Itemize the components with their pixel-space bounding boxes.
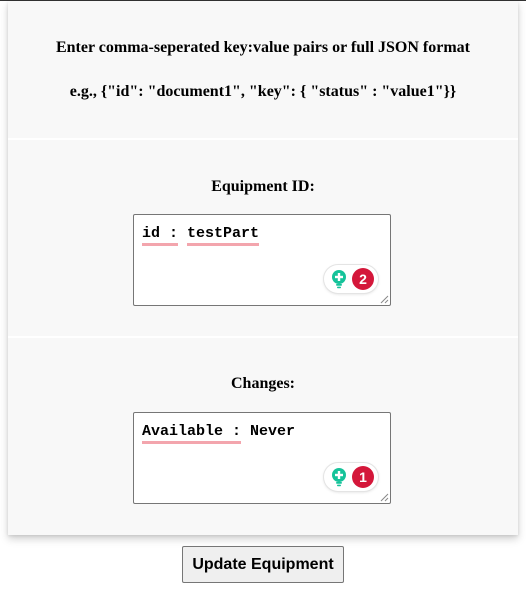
page: Enter comma-seperated key:value pairs or… [0, 0, 526, 590]
changes-key-text: Available : [142, 423, 242, 444]
resize-handle-icon[interactable] [380, 295, 389, 304]
update-equipment-button[interactable]: Update Equipment [182, 546, 344, 583]
equipment-id-val-text: testPart [187, 225, 260, 246]
form-card: Enter comma-seperated key:value pairs or… [8, 1, 518, 535]
equipment-id-label: Equipment ID: [211, 178, 315, 195]
equipment-id-textarea[interactable]: id : testPart 2 [133, 214, 391, 306]
changes-value: Available : Never [142, 423, 296, 444]
instructions-line-1: Enter comma-seperated key:value pairs or… [55, 39, 470, 56]
equipment-id-section: Equipment ID: id : testPart 2 [8, 140, 518, 336]
issue-count-badge: 2 [352, 268, 374, 290]
writing-assistant-widget[interactable]: 2 [324, 265, 378, 293]
equipment-id-value: id : testPart [142, 225, 260, 246]
changes-rest-text: Never [241, 423, 296, 440]
instructions-example: e.g., {"id": "document1", "key": { "stat… [69, 83, 457, 100]
changes-section: Changes: Available : Never 1 [8, 338, 518, 535]
changes-textarea[interactable]: Available : Never 1 [133, 412, 391, 504]
equipment-id-key-text: id : [142, 225, 179, 246]
lightbulb-plus-icon [332, 468, 346, 487]
instructions-section: Enter comma-seperated key:value pairs or… [8, 1, 518, 138]
lightbulb-plus-icon [332, 270, 346, 289]
issue-count-badge: 1 [352, 466, 374, 488]
changes-label: Changes: [230, 375, 295, 392]
writing-assistant-widget[interactable]: 1 [324, 463, 378, 491]
equipment-id-separator [178, 225, 187, 242]
resize-handle-icon[interactable] [380, 493, 389, 502]
